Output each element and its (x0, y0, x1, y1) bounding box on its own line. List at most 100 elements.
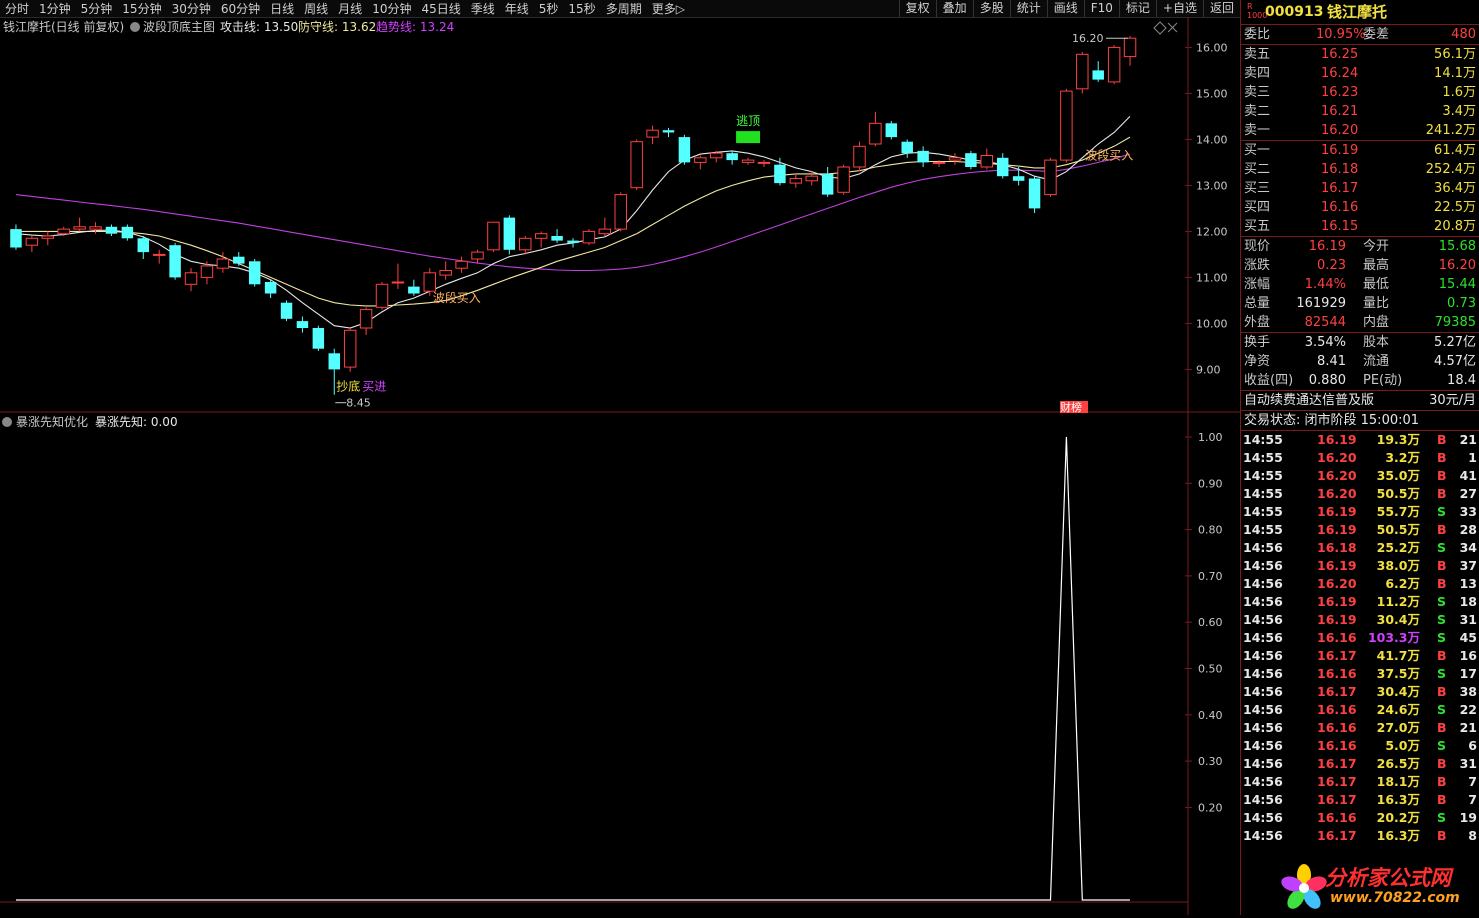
tick-n: 7 (1468, 792, 1477, 807)
high-price-label: 16.20 (1072, 32, 1104, 45)
weicha-value: 480 (1451, 27, 1476, 42)
stat-value: 0.880 (1308, 373, 1346, 388)
promo-text[interactable]: 自动续费通达信普及版 (1244, 391, 1374, 410)
tick-t: 14:56 (1243, 648, 1283, 663)
toolbar-button[interactable]: 返回 (1202, 0, 1240, 17)
tick-v: 55.7万 (1376, 504, 1420, 519)
weibi-label: 委比 (1244, 27, 1271, 42)
tick-row: 14:56 16.17 16.3万 B 8 (1241, 827, 1479, 845)
tick-row: 14:55 16.19 55.7万 S 33 (1241, 503, 1479, 521)
bid-volume: 61.4万 (1434, 143, 1476, 158)
tick-v: 50.5万 (1376, 486, 1420, 501)
period-tab[interactable]: 5分钟 (76, 0, 118, 17)
stat-value: 161929 (1296, 296, 1346, 311)
candle-body-up (455, 260, 468, 269)
bid-price: 16.17 (1321, 181, 1359, 196)
period-tab[interactable]: 多周期 (601, 0, 647, 17)
tick-p: 16.19 (1317, 594, 1357, 609)
tick-v: 3.2万 (1385, 450, 1420, 465)
candle-body-down (678, 137, 691, 163)
period-tab[interactable]: 季线 (466, 0, 500, 17)
tick-v: 38.0万 (1376, 558, 1420, 573)
period-tab[interactable]: 月线 (333, 0, 367, 17)
stat-label: 现价 (1244, 239, 1271, 254)
tick-bs: S (1437, 612, 1447, 627)
attack-line-label: 攻击线: 13.50 (220, 20, 298, 34)
logo-url: www.70822.com (1330, 890, 1460, 906)
candle-body-down (901, 141, 913, 154)
period-tab[interactable]: 60分钟 (216, 0, 265, 17)
tick-row: 14:56 16.17 41.7万 B 16 (1241, 647, 1479, 665)
toolbar-button[interactable]: 统计 (1009, 0, 1047, 17)
period-tab[interactable]: 日线 (265, 0, 299, 17)
tick-bs: S (1437, 504, 1447, 519)
toolbar-button[interactable]: +自选 (1155, 0, 1203, 17)
tick-row: 14:56 16.17 16.3万 B 7 (1241, 791, 1479, 809)
stat-label: 涨跌 (1244, 258, 1271, 273)
candle-body-down (280, 302, 293, 319)
period-tab[interactable]: 年线 (500, 0, 534, 17)
period-tab[interactable]: 5秒 (534, 0, 564, 17)
tick-v: 24.6万 (1376, 702, 1420, 717)
defense-line (16, 136, 1131, 307)
candle-body-up (41, 235, 55, 239)
stat-label: 内盘 (1363, 315, 1390, 330)
quote-row: 外盘 82544 内盘 79385 (1241, 313, 1479, 332)
tick-list[interactable]: 14:55 16.19 19.3万 B 21 14:55 16.20 3.2万 B 1 14:55 1… (1241, 430, 1479, 845)
toolbar-button[interactable]: 复权 (898, 0, 936, 17)
tick-row: 14:55 16.19 50.5万 B 28 (1241, 521, 1479, 539)
period-tab[interactable]: 15分钟 (117, 0, 166, 17)
tick-bs: B (1437, 648, 1447, 663)
candle-body-up (534, 233, 548, 239)
quote-row: 换手 3.54% 股本 5.27亿 (1241, 333, 1479, 352)
low-price-label: 8.45 (346, 397, 371, 410)
period-tab[interactable]: 30分钟 (167, 0, 216, 17)
period-tab[interactable]: 更多▷ (647, 0, 690, 17)
period-tab[interactable]: 周线 (299, 0, 333, 17)
stat-label: 总量 (1244, 296, 1271, 311)
bid-list: 买一 16.19 61.4万 买二 16.18 252.4万 买三 16.17 36.4万 买四 1… (1241, 140, 1479, 236)
candle-body-up (1060, 90, 1073, 161)
tick-t: 14:56 (1243, 810, 1283, 825)
tick-row: 14:55 16.20 50.5万 B 27 (1241, 485, 1479, 503)
period-tab[interactable]: 10分钟 (367, 0, 416, 17)
candle-body-up (805, 175, 818, 182)
tick-row: 14:56 16.17 18.1万 B 7 (1241, 773, 1479, 791)
candle-body-down (169, 245, 181, 278)
tick-t: 14:56 (1243, 666, 1283, 681)
tick-n: 28 (1459, 522, 1477, 537)
bid-price: 16.18 (1321, 162, 1359, 177)
toolbar-button[interactable]: 多股 (972, 0, 1010, 17)
toolbar-button[interactable]: 标记 (1118, 0, 1156, 17)
candle-body-down (296, 321, 309, 328)
attack-line (15, 116, 1131, 329)
quote-panel: R 1000 000913 钱江摩托 委比 10.95% 委差 480 卖五 16.… (1240, 0, 1479, 915)
trade-status-row: 交易状态: 闭市阶段 15:00:01 (1241, 410, 1479, 430)
tick-n: 45 (1459, 630, 1477, 645)
candle-body-down (408, 286, 420, 294)
chart-area[interactable]: 16.00 15.00 14.00 13.00 12.00 11.00 10.00 9.00 钱… (0, 17, 1240, 915)
tick-v: 41.7万 (1376, 648, 1420, 663)
candle-body-down (10, 229, 22, 248)
buy-signal-label: 波段买入 (433, 290, 481, 305)
quote-row: 总量 161929 量比 0.73 (1241, 294, 1479, 313)
candle-body-down (1092, 70, 1104, 80)
toolbar-button[interactable]: F10 (1083, 0, 1119, 17)
period-tab[interactable]: 分时 (0, 0, 34, 17)
promo-row[interactable]: 自动续费通达信普及版 30元/月 (1241, 390, 1479, 410)
stat-value: 16.20 (1438, 258, 1476, 273)
tick-p: 16.20 (1317, 486, 1357, 501)
toolbar-button[interactable]: 叠加 (935, 0, 973, 17)
tick-n: 18 (1459, 594, 1477, 609)
toolbar-button[interactable]: 画线 (1046, 0, 1084, 17)
y-tick-label: 0.50 (1198, 663, 1223, 676)
period-tab[interactable]: 45日线 (416, 0, 465, 17)
tick-v: 20.2万 (1376, 810, 1420, 825)
kline-chart[interactable]: 16.00 15.00 14.00 13.00 12.00 11.00 10.00 9.00 钱… (0, 17, 1240, 915)
tick-row: 14:55 16.20 3.2万 B 1 (1241, 449, 1479, 467)
period-tab[interactable]: 15秒 (563, 0, 600, 17)
period-toolbar: 分时 1分钟 5分钟 15分钟 30分钟 60分钟 日线 周线 月线 10分钟 45日线 季线 年线 5秒… (0, 0, 1240, 18)
period-tab[interactable]: 1分钟 (34, 0, 76, 17)
sub-indicator-name: 暴涨先知优化 (16, 414, 88, 429)
stat-label: 涨幅 (1244, 277, 1271, 292)
